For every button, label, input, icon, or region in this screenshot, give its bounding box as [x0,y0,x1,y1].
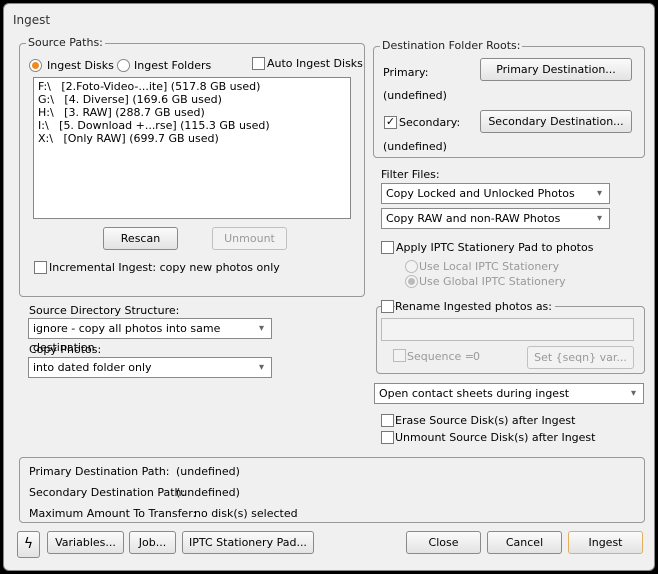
secondary-label: Secondary: [399,116,461,129]
variables-button[interactable]: Variables... [47,531,124,554]
secondary-destination-button[interactable]: Secondary Destination... [480,110,632,133]
lightning-button[interactable]: ϟ [17,531,40,558]
window-title: Ingest [13,13,51,27]
primary-path-value: (undefined) [176,465,240,478]
list-item[interactable]: G:\ [4. Diverse] (169.6 GB used) [38,93,346,106]
sequence-checkbox[interactable] [393,349,406,362]
global-iptc-radio[interactable] [405,275,418,288]
local-iptc-radio[interactable] [405,260,418,273]
raw-filter-select[interactable]: Copy RAW and non-RAW Photos [381,208,610,229]
unmount-after-label: Unmount Source Disk(s) after Ingest [395,431,596,444]
auto-ingest-checkbox[interactable] [252,57,265,70]
local-iptc-label: Use Local IPTC Stationery [419,260,560,273]
erase-label: Erase Source Disk(s) after Ingest [395,414,576,427]
secondary-path-value: (undefined) [176,486,240,499]
close-button[interactable]: Close [406,531,481,554]
contact-sheets-select[interactable]: Open contact sheets during ingest [374,383,644,404]
rename-input[interactable] [381,318,634,341]
incremental-label: Incremental Ingest: copy new photos only [49,261,280,274]
auto-ingest-label: Auto Ingest Disks [267,57,363,70]
sequence-value: 0 [473,350,480,363]
unmount-after-checkbox[interactable] [381,431,394,444]
copy-photos-select[interactable]: into dated folder only [28,357,272,378]
max-transfer-value: no disk(s) selected [194,507,298,520]
copy-photos-label: Copy Photos: [29,343,102,356]
ingest-button[interactable]: Ingest [568,531,643,554]
disk-list[interactable]: F:\ [2.Foto-Video-...ite] (517.8 GB used… [33,77,351,219]
list-item[interactable]: X:\ [Only RAW] (699.7 GB used) [38,132,346,145]
lightning-icon: ϟ [23,536,34,552]
global-iptc-label: Use Global IPTC Stationery [419,275,566,288]
unmount-button[interactable]: Unmount [212,227,287,250]
primary-destination-button[interactable]: Primary Destination... [480,58,632,81]
destination-legend: Destination Folder Roots: [380,39,523,52]
source-paths-legend: Source Paths: [26,36,105,49]
rename-label: Rename Ingested photos as: [395,300,555,313]
filter-files-label: Filter Files: [381,168,440,181]
iptc-stationery-button[interactable]: IPTC Stationery Pad... [182,531,314,554]
list-item[interactable]: H:\ [3. RAW] (288.7 GB used) [38,106,346,119]
ingest-dialog: Ingest Source Paths: Ingest Disks Ingest… [3,3,655,571]
list-item[interactable]: F:\ [2.Foto-Video-...ite] (517.8 GB used… [38,80,346,93]
set-seqn-button[interactable]: Set {seqn} var... [527,346,634,369]
secondary-checkbox[interactable]: ✓ [384,116,397,129]
summary-group: Primary Destination Path: (undefined) Se… [19,457,645,523]
ingest-disks-radio[interactable] [29,59,42,72]
secondary-value: (undefined) [383,140,447,153]
primary-value: (undefined) [383,89,447,102]
primary-path-label: Primary Destination Path: [29,465,170,478]
iptc-checkbox[interactable] [381,241,394,254]
max-transfer-label: Maximum Amount To Transfer: [29,507,197,520]
rename-checkbox[interactable] [381,300,394,313]
ingest-folders-label: Ingest Folders [134,59,212,72]
job-button[interactable]: Job... [129,531,176,554]
source-paths-group: Source Paths: Ingest Disks Ingest Folder… [19,36,365,297]
rescan-button[interactable]: Rescan [103,227,178,250]
iptc-label: Apply IPTC Stationery Pad to photos [396,241,594,254]
list-item[interactable]: I:\ [5. Download +...rse] (115.3 GB used… [38,119,346,132]
incremental-checkbox[interactable] [34,261,47,274]
secondary-path-label: Secondary Destination Path: [29,486,186,499]
sequence-label: Sequence = [407,350,474,363]
erase-checkbox[interactable] [381,414,394,427]
structure-select[interactable]: ignore - copy all photos into same desti… [28,318,272,354]
locked-filter-select[interactable]: Copy Locked and Unlocked Photos [381,183,610,204]
ingest-disks-label: Ingest Disks [47,59,114,72]
ingest-folders-radio[interactable] [117,59,130,72]
structure-label: Source Directory Structure: [29,304,180,317]
primary-label: Primary: [383,66,429,79]
destination-group: Destination Folder Roots: Primary: Prima… [373,39,645,158]
cancel-button[interactable]: Cancel [487,531,562,554]
